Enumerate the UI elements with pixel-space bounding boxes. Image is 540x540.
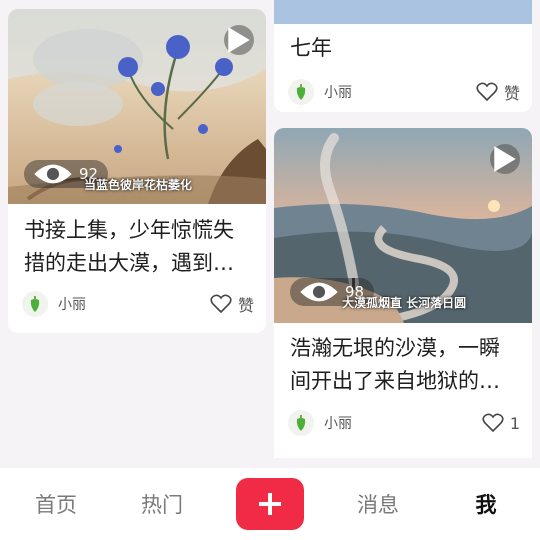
pepper-icon xyxy=(30,296,40,312)
like-button[interactable]: 1 xyxy=(482,413,520,433)
tab-messages[interactable]: 消息 xyxy=(350,468,406,540)
video-caption: 大漠孤烟直 长河落日圆 xyxy=(342,296,467,310)
bottom-tab-bar: 首页 热门 消息 我 xyxy=(0,468,540,540)
tab-me[interactable]: 我 xyxy=(462,468,510,540)
like-count: 1 xyxy=(509,413,520,433)
feed-card-left[interactable]: 92 当蓝色彼岸花枯萎化 书接上集，少年惊慌失措的走出大漠，遇到一个神秘人…… … xyxy=(8,9,266,333)
post-title[interactable]: 浩瀚无垠的沙漠，一瞬间开出了来自地狱的花朵…… xyxy=(290,332,520,398)
author-row: 小丽 赞 xyxy=(288,77,520,107)
like-count: 赞 xyxy=(237,296,254,315)
video-thumbnail[interactable] xyxy=(274,0,532,24)
like-count: 赞 xyxy=(503,84,520,103)
author-name[interactable]: 小丽 xyxy=(324,413,352,433)
plus-icon xyxy=(259,493,281,515)
post-title[interactable]: 七年 xyxy=(290,32,520,65)
pepper-icon xyxy=(296,84,306,100)
feed-card-right-top[interactable]: 七年 小丽 赞 xyxy=(274,0,532,112)
play-icon[interactable] xyxy=(490,144,520,174)
author-row: 小丽 1 xyxy=(288,408,520,438)
tab-hot[interactable]: 热门 xyxy=(134,468,190,540)
video-thumbnail[interactable]: 92 当蓝色彼岸花枯萎化 xyxy=(8,9,266,204)
feed-card-right-bottom[interactable]: 98 大漠孤烟直 长河落日圆 浩瀚无垠的沙漠，一瞬间开出了来自地狱的花朵…… 小… xyxy=(274,128,532,458)
author-name[interactable]: 小丽 xyxy=(324,82,352,102)
avatar[interactable] xyxy=(288,410,314,436)
avatar[interactable] xyxy=(22,291,48,317)
heart-icon xyxy=(482,413,504,433)
avatar[interactable] xyxy=(288,79,314,105)
video-thumbnail[interactable]: 98 大漠孤烟直 长河落日圆 xyxy=(274,128,532,323)
eye-icon xyxy=(34,164,72,184)
like-button[interactable]: 赞 xyxy=(210,292,254,316)
play-icon[interactable] xyxy=(224,25,254,55)
eye-icon xyxy=(300,282,338,302)
author-name[interactable]: 小丽 xyxy=(58,294,86,314)
pepper-icon xyxy=(296,415,306,431)
author-row: 小丽 赞 xyxy=(22,289,254,319)
post-title[interactable]: 书接上集，少年惊慌失措的走出大漠，遇到一个神秘人…… xyxy=(24,214,254,280)
create-post-button[interactable] xyxy=(236,478,304,530)
heart-icon xyxy=(210,294,232,314)
video-caption: 当蓝色彼岸花枯萎化 xyxy=(84,178,193,192)
like-button[interactable]: 赞 xyxy=(476,80,520,104)
heart-icon xyxy=(476,82,498,102)
tab-home[interactable]: 首页 xyxy=(28,468,84,540)
